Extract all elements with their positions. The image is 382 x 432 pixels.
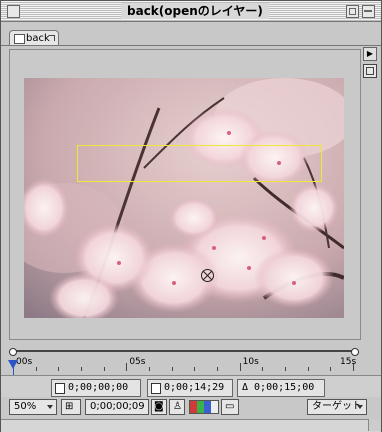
alpha-channel-swatch[interactable] (211, 401, 218, 413)
target-label: ターゲット (312, 401, 362, 412)
set-in-point-icon[interactable] (55, 383, 65, 394)
safe-margins-button[interactable]: ⊞ (61, 399, 81, 415)
target-menu[interactable]: ターゲット (307, 399, 367, 415)
ruler-tick (330, 367, 332, 371)
duration-value: Δ 0;00;15;00 (242, 382, 315, 393)
collapse-box[interactable] (362, 5, 375, 18)
panel-option-button[interactable] (363, 64, 377, 78)
horizontal-scrollbar[interactable] (1, 419, 381, 432)
tab-label: back (26, 33, 50, 44)
channel-swatches[interactable] (189, 400, 219, 414)
tab-divider (1, 45, 381, 46)
cherry-blossom-photo (24, 78, 344, 318)
person-icon: ♙ (173, 401, 182, 412)
chevron-down-icon (357, 405, 363, 409)
control-row: 50% ⊞ 0;00;00;09 ◙ ♙ ▭ ターゲット (1, 397, 381, 419)
work-area-start-handle[interactable] (9, 348, 17, 356)
layer-window: back(openのレイヤー) back ▶ 00s 05s 10s 15s 0… (0, 0, 382, 432)
red-channel-swatch[interactable] (190, 401, 197, 413)
zoom-box[interactable] (346, 5, 359, 18)
region-of-interest-icon: ▭ (225, 401, 235, 412)
region-of-interest-button[interactable]: ▭ (221, 399, 239, 415)
snapshot-button[interactable]: ◙ (151, 399, 167, 415)
ruler-tick (126, 363, 128, 371)
mask-rectangle[interactable] (77, 145, 322, 182)
layer-icon (14, 34, 25, 44)
set-out-point-icon[interactable] (151, 383, 161, 394)
ruler-tick (194, 367, 196, 371)
title-bar[interactable]: back(openのレイヤー) (1, 1, 381, 22)
ruler-label: 15s (340, 357, 357, 367)
ruler-tick (149, 367, 150, 371)
in-point-value: 0;00;00;00 (68, 382, 129, 393)
ruler-tick (307, 367, 309, 371)
zoom-value: 50% (14, 401, 37, 412)
duration-field: Δ 0;00;15;00 (237, 379, 325, 397)
current-time-value: 0;00;00;09 (90, 401, 145, 412)
blue-channel-swatch[interactable] (204, 401, 211, 413)
ruler-tick (262, 367, 264, 371)
window-title: back(openのレイヤー) (121, 3, 269, 19)
ruler-tick (81, 367, 82, 371)
layer-image (24, 78, 344, 318)
out-point-value: 0;00;14;29 (164, 382, 225, 393)
work-area-end-handle[interactable] (351, 348, 359, 356)
panel-menu-arrow-icon[interactable]: ▶ (363, 47, 377, 61)
zoom-menu[interactable]: 50% (9, 399, 57, 415)
camera-icon: ◙ (154, 401, 164, 412)
ruler-tick (171, 367, 173, 371)
playhead-line (13, 367, 14, 375)
ruler-label: 00s (16, 357, 33, 367)
in-point-field[interactable]: 0;00;00;00 (51, 379, 141, 397)
ruler-tick (217, 367, 218, 371)
current-time-field[interactable]: 0;00;00;09 (85, 399, 149, 415)
tab-back[interactable]: back (9, 30, 59, 46)
chevron-down-icon (47, 405, 53, 409)
info-row: 0;00;00;00 0;00;14;29 Δ 0;00;15;00 (1, 375, 381, 398)
close-box[interactable] (7, 5, 20, 18)
show-snapshot-button[interactable]: ♙ (169, 399, 185, 415)
out-point-field[interactable]: 0;00;14;29 (147, 379, 233, 397)
tab-close-icon[interactable] (49, 35, 55, 41)
ruler-tick (58, 367, 60, 371)
work-area-bar[interactable] (9, 348, 359, 356)
ruler-tick (285, 367, 286, 371)
safe-margins-icon: ⊞ (65, 401, 74, 412)
tab-row: back (1, 22, 381, 46)
ruler-tick (103, 367, 105, 371)
green-channel-swatch[interactable] (197, 401, 204, 413)
ruler-label: 05s (129, 357, 146, 367)
time-ruler[interactable]: 00s 05s 10s 15s (9, 357, 361, 373)
ruler-tick (35, 367, 37, 371)
layer-viewer[interactable] (9, 49, 361, 340)
anchor-point-icon[interactable] (201, 269, 214, 282)
ruler-label: 10s (242, 357, 259, 367)
ruler-tick (239, 363, 241, 371)
resize-handle[interactable] (368, 419, 381, 431)
